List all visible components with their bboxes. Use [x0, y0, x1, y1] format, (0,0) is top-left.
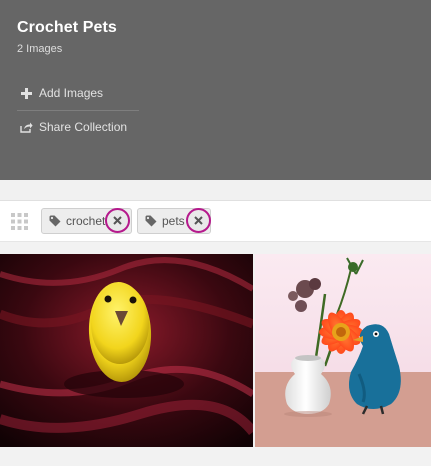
plus-icon: [19, 86, 33, 100]
tag-icon: [49, 215, 61, 227]
close-icon: [194, 213, 203, 228]
collection-header: Crochet Pets 2 Images Add Images Share C…: [0, 0, 431, 180]
gallery-image-crochet-bird[interactable]: [255, 254, 431, 447]
tag-chip-pets[interactable]: pets: [137, 208, 211, 234]
close-icon: [113, 213, 122, 228]
image-count: 2 Images: [17, 43, 63, 55]
collection-title: Crochet Pets: [17, 19, 117, 36]
add-images-label: Add Images: [39, 86, 104, 100]
gallery-image-crochet-chick[interactable]: [0, 254, 253, 447]
share-icon: [19, 120, 33, 134]
share-collection-label: Share Collection: [39, 120, 128, 134]
add-images-button[interactable]: Add Images: [19, 86, 103, 100]
image-gallery: [0, 254, 431, 447]
header-spacer: [0, 180, 431, 200]
grid-handle-icon[interactable]: [11, 213, 28, 230]
remove-tag-button[interactable]: [186, 208, 211, 233]
tag-label: crochet: [66, 214, 106, 228]
tag-bar: crochet pets: [0, 200, 431, 242]
tag-icon: [145, 215, 157, 227]
tag-chip-crochet[interactable]: crochet: [41, 208, 132, 234]
remove-tag-button[interactable]: [105, 208, 130, 233]
actions-divider: [17, 110, 139, 111]
tag-label: pets: [162, 214, 185, 228]
share-collection-button[interactable]: Share Collection: [19, 120, 127, 134]
